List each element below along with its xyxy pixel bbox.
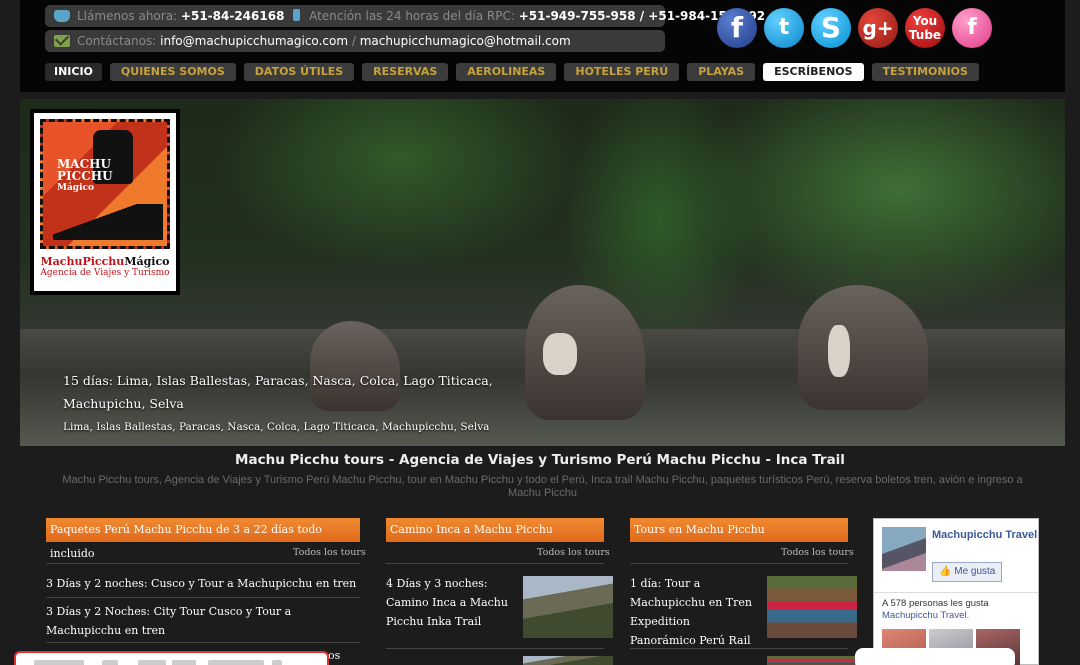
mail-icon [54,35,70,47]
mobile-icon [293,9,301,21]
email-info-bar: Contáctanos: info@machupicchumagico.com … [45,30,665,52]
like-label: Me gusta [954,566,996,577]
divider [874,592,1038,593]
nav-item-escribenos[interactable]: ESCRÍBENOS [763,63,864,81]
all-tours-link-1[interactable]: Todos los tours [293,547,366,558]
page-title: Machu Picchu tours - Agencia de Viajes y… [235,452,845,468]
all-tours-link-3[interactable]: Todos los tours [781,547,854,558]
list-item-package-3[interactable]: os [328,646,358,665]
email-link-1[interactable]: info@machupicchumagico.com [160,34,348,48]
divider [630,648,848,649]
email-link-2[interactable]: machupicchumagico@hotmail.com [360,34,571,48]
list-item-package-1[interactable]: 3 Días y 2 noches: Cusco y Tour a Machup… [46,574,366,593]
logo-mountain-icon [53,204,163,240]
share-button[interactable] [138,660,166,665]
skype-icon[interactable]: S [811,8,851,48]
share-button[interactable] [172,660,196,665]
logo-name: MachuPicchuMágico [40,255,170,268]
logo-name-red: MachuPicchu [40,255,125,268]
contact-label: Contáctanos: [77,34,157,48]
page-description: Machu Picchu tours, Agencia de Viajes y … [62,474,1023,499]
facebook-icon[interactable]: f [717,8,757,48]
thumbnail[interactable] [523,656,613,665]
facebook-page-name[interactable]: Machupicchu Travel [932,529,1037,542]
otter-image-3 [798,285,928,410]
list-item-inca-trail[interactable]: 4 Días y 3 noches: Camino Inca a Machu P… [386,574,511,631]
otter-image-2 [525,285,645,420]
logo-tagline: Agencia de Viajes y Turismo [40,268,170,278]
call-label: Llámenos ahora: [77,9,178,23]
hero-caption-sub: Lima, Islas Ballestas, Paracas, Nasca, C… [63,421,490,433]
hero-slider[interactable]: MACHU PICCHU Mágico MachuPicchuMágico Ag… [20,99,1065,446]
facebook-like-button[interactable]: 👍 Me gusta [932,562,1003,582]
facebook-like-count: A 578 personas les gusta Machupicchu Tra… [882,598,989,622]
section-header-paquetes[interactable]: Paquetes Perú Machu Picchu de 3 a 22 día… [46,518,360,560]
thumbnail[interactable] [767,656,857,665]
flickr-icon[interactable]: f [952,8,992,48]
site-logo[interactable]: MACHU PICCHU Mágico MachuPicchuMágico Ag… [30,109,180,295]
nav-item-aerolineas[interactable]: AEROLINEAS [456,63,557,81]
share-button[interactable] [34,660,84,665]
facebook-like-box: Machupicchu Travel 👍 Me gusta A 578 pers… [873,518,1039,665]
train-tour-thumbnail[interactable] [767,576,857,638]
hero-caption: 15 días: Lima, Islas Ballestas, Paracas,… [63,369,513,433]
twitter-icon[interactable]: t [764,8,804,48]
youtube-icon[interactable]: You Tube [905,8,945,48]
like-count-link[interactable]: Machupicchu Travel. [882,610,969,621]
nav-item-quienes-somos[interactable]: QUIENES SOMOS [109,63,236,81]
divider [386,563,604,564]
top-bar: Llámenos ahora: +51-84-246168 Atención l… [20,0,1065,92]
email-separator: / [351,34,356,48]
call-number[interactable]: +51-84-246168 [181,9,285,23]
divider [46,597,360,598]
main-nav: INICIO QUIENES SOMOS DATOS ÚTILES RESERV… [45,63,979,81]
all-tours-link-2[interactable]: Todos los tours [537,547,610,558]
nav-item-datos-utiles[interactable]: DATOS ÚTILES [243,63,355,81]
share-button[interactable] [208,660,264,665]
facebook-page-avatar[interactable] [882,527,926,571]
attention-label: Atención las 24 horas del día RPC: [309,9,515,23]
logo-art-text-3: Mágico [57,183,94,193]
nav-item-reservas[interactable]: RESERVAS [362,63,449,81]
chat-widget[interactable] [855,648,1015,665]
logo-name-black: Mágico [124,255,170,268]
share-button[interactable] [102,660,118,665]
list-item-tour-train[interactable]: 1 día: Tour a Machupicchu en Tren Expedi… [630,574,755,650]
nav-item-playas[interactable]: PLAYAS [687,63,756,81]
nav-item-hoteles-peru[interactable]: HOTELES PERÚ [564,63,680,81]
divider [46,642,360,643]
google-plus-icon[interactable]: g+ [858,8,898,48]
section-header-camino-inca[interactable]: Camino Inca a Machu Picchu [386,518,604,542]
divider [630,563,848,564]
share-button[interactable] [272,660,282,665]
like-count-text: A 578 personas les gusta [882,598,989,609]
inca-trail-thumbnail[interactable] [523,576,613,638]
nav-item-inicio[interactable]: INICIO [45,63,102,81]
logo-art-text-2: PICCHU [57,169,113,183]
hero-caption-title[interactable]: 15 días: Lima, Islas Ballestas, Paracas,… [63,369,513,415]
phone-icon [54,10,70,22]
nav-item-testimonios[interactable]: TESTIMONIOS [871,63,979,81]
list-item-package-2[interactable]: 3 Días y 2 Noches: City Tour Cusco y Tou… [46,602,366,640]
divider [386,648,604,649]
thumbs-up-icon: 👍 [939,566,952,577]
divider [46,563,360,564]
section-header-tours[interactable]: Tours en Machu Picchu [630,518,848,542]
phone-info-bar: Llámenos ahora: +51-84-246168 Atención l… [45,5,765,27]
share-toolbar[interactable] [14,651,329,665]
logo-artwork: MACHU PICCHU Mágico [40,119,170,249]
